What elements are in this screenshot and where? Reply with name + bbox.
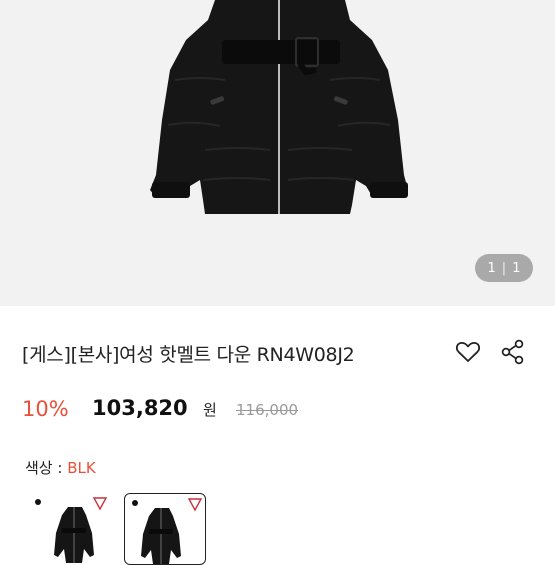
color-label: 색상 : <box>25 459 68 477</box>
currency-unit: 원 <box>203 401 217 419</box>
jacket-image <box>0 0 555 306</box>
image-counter-separator: | <box>501 260 507 276</box>
dot-icon <box>35 499 41 505</box>
dot-icon <box>132 500 138 506</box>
share-icon[interactable] <box>500 339 526 365</box>
discount-rate: 10% <box>22 397 69 421</box>
guess-logo-icon <box>187 498 203 512</box>
image-counter-current: 1 <box>487 260 496 276</box>
guess-logo-icon <box>92 497 108 511</box>
color-option-thumbnail-selected[interactable] <box>124 493 206 565</box>
sale-price: 103,820 <box>92 396 188 420</box>
price-row: 10% 103,820 원 116,000 <box>22 396 532 426</box>
image-counter-total: 1 <box>512 260 521 276</box>
image-counter: 1 | 1 <box>475 254 533 282</box>
original-price: 116,000 <box>236 401 299 419</box>
color-value: BLK <box>67 459 96 477</box>
product-image-area[interactable]: 1 | 1 <box>0 0 555 306</box>
color-selection: 색상 : BLK <box>25 457 96 478</box>
product-title: [게스][본사]여성 핫멜트 다운 RN4W08J2 <box>22 344 355 366</box>
color-option-thumbnail[interactable] <box>28 493 110 563</box>
product-title-row: [게스][본사]여성 핫멜트 다운 RN4W08J2 <box>22 338 532 368</box>
heart-icon[interactable] <box>455 340 481 364</box>
